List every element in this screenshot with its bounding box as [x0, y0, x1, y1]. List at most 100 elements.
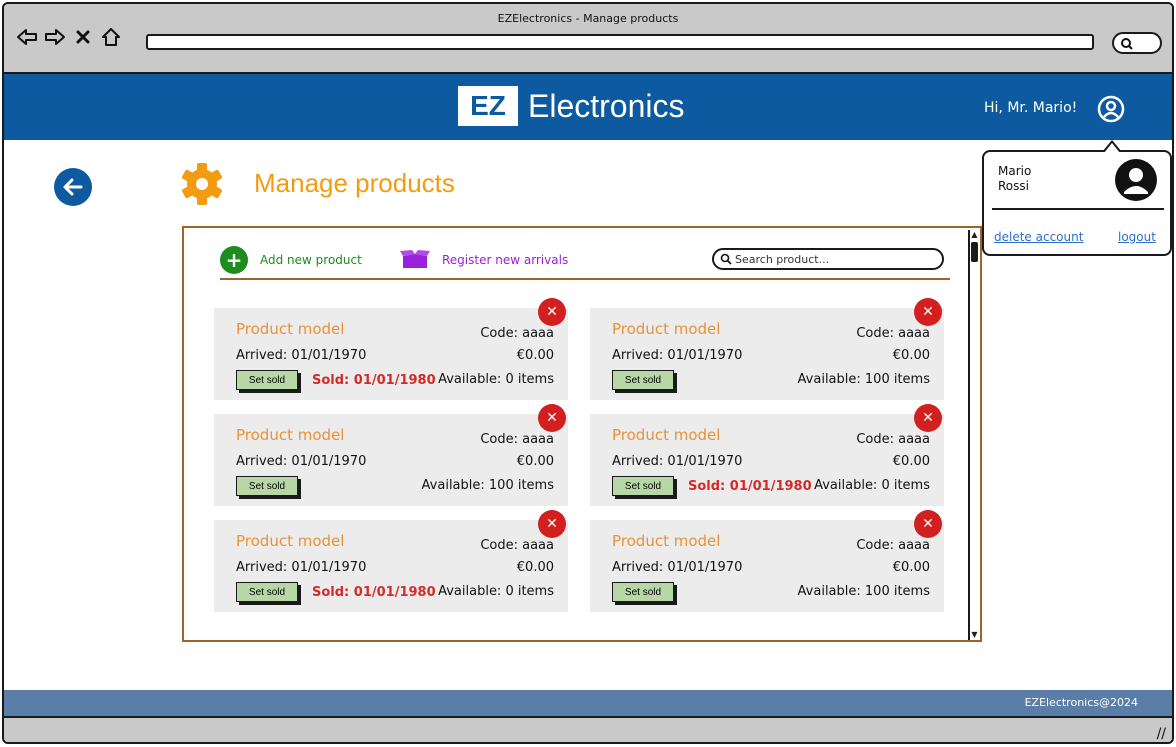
set-sold-button[interactable]: Set sold: [236, 476, 298, 496]
close-icon: ✕: [546, 516, 558, 532]
browser-search-button[interactable]: [1112, 32, 1162, 54]
product-price: €0.00: [516, 454, 554, 469]
set-sold-button[interactable]: Set sold: [236, 582, 298, 602]
product-arrived: Arrived: 01/01/1970: [612, 454, 743, 469]
browser-nav: [16, 26, 122, 48]
product-code: Code: aaaa: [856, 538, 930, 553]
box-icon: [400, 250, 430, 268]
delete-product-button[interactable]: ✕: [914, 404, 942, 432]
product-code: Code: aaaa: [480, 326, 554, 341]
product-available: Available: 100 items: [797, 584, 930, 599]
product-model: Product model: [236, 320, 345, 338]
delete-product-button[interactable]: ✕: [914, 510, 942, 538]
scroll-thumb[interactable]: [971, 242, 978, 262]
product-card: Product model Code: aaaa Arrived: 01/01/…: [214, 404, 568, 506]
back-arrow-icon[interactable]: [16, 26, 38, 48]
product-available: Available: 0 items: [438, 372, 554, 387]
product-code: Code: aaaa: [480, 432, 554, 447]
footer-text: EZElectronics@2024: [1024, 696, 1138, 709]
search-icon: [720, 253, 732, 265]
product-model: Product model: [236, 426, 345, 444]
logo-text: Electronics: [528, 87, 685, 124]
products-panel: ▲ ▼ + Add new product Register new arriv…: [182, 226, 982, 642]
product-arrived: Arrived: 01/01/1970: [612, 348, 743, 363]
product-price: €0.00: [892, 560, 930, 575]
app-logo[interactable]: EZ Electronics: [458, 86, 685, 126]
product-available: Available: 100 items: [797, 372, 930, 387]
sold-date: Sold: 01/01/1980: [312, 373, 436, 388]
popup-caret-fill: [1104, 143, 1120, 153]
product-model: Product model: [612, 532, 721, 550]
logout-link[interactable]: logout: [1118, 230, 1156, 244]
close-icon: ✕: [922, 304, 934, 320]
forward-arrow-icon[interactable]: [44, 26, 66, 48]
browser-chrome: EZElectronics - Manage products: [4, 4, 1172, 74]
product-price: €0.00: [516, 560, 554, 575]
close-icon: ✕: [546, 304, 558, 320]
user-menu-popup: Mario Rossi delete account logout: [982, 140, 1172, 256]
product-model: Product model: [612, 426, 721, 444]
register-arrivals-label: Register new arrivals: [442, 253, 569, 267]
avatar-icon: [1115, 159, 1157, 201]
set-sold-button[interactable]: Set sold: [236, 370, 298, 390]
sold-date: Sold: 01/01/1980: [688, 479, 812, 494]
search-input[interactable]: [735, 252, 925, 266]
set-sold-button[interactable]: Set sold: [612, 582, 674, 602]
popup-divider: [992, 208, 1164, 210]
app-header: EZ Electronics Hi, Mr. Mario!: [4, 74, 1172, 140]
product-card: Product model Code: aaaa Arrived: 01/01/…: [590, 404, 944, 506]
browser-statusbar: //: [4, 716, 1172, 742]
product-card: Product model Code: aaaa Arrived: 01/01/…: [590, 298, 944, 400]
set-sold-button[interactable]: Set sold: [612, 476, 674, 496]
product-code: Code: aaaa: [856, 432, 930, 447]
scroll-up-arrow-icon[interactable]: ▲: [970, 230, 979, 240]
product-available: Available: 100 items: [421, 478, 554, 493]
back-arrow-icon: [63, 178, 83, 196]
page-title: Manage products: [254, 168, 455, 198]
add-product-button[interactable]: + Add new product: [220, 246, 362, 274]
user-circle-icon[interactable]: [1096, 94, 1126, 124]
user-first-name: Mario: [998, 164, 1032, 178]
add-product-label: Add new product: [260, 253, 362, 267]
sold-date: Sold: 01/01/1980: [312, 585, 436, 600]
app-footer: EZElectronics@2024: [4, 690, 1172, 716]
product-card: Product model Code: aaaa Arrived: 01/01/…: [590, 510, 944, 612]
close-icon: ✕: [922, 516, 934, 532]
product-card: Product model Code: aaaa Arrived: 01/01/…: [214, 510, 568, 612]
user-name: Mario Rossi: [998, 164, 1058, 194]
product-price: €0.00: [892, 348, 930, 363]
resize-grip-icon[interactable]: //: [1157, 726, 1166, 742]
product-arrived: Arrived: 01/01/1970: [236, 454, 367, 469]
delete-product-button[interactable]: ✕: [538, 298, 566, 326]
close-icon: ✕: [922, 410, 934, 426]
scroll-down-arrow-icon[interactable]: ▼: [970, 630, 979, 640]
home-icon[interactable]: [100, 26, 122, 48]
search-icon: [1121, 38, 1133, 50]
window-title: EZElectronics - Manage products: [497, 12, 679, 25]
product-arrived: Arrived: 01/01/1970: [236, 348, 367, 363]
gear-icon: [182, 163, 222, 205]
delete-account-link[interactable]: delete account: [994, 230, 1083, 244]
close-icon: ✕: [546, 410, 558, 426]
scrollbar[interactable]: ▲ ▼: [968, 230, 979, 640]
product-code: Code: aaaa: [480, 538, 554, 553]
user-last-name: Rossi: [998, 179, 1029, 193]
delete-product-button[interactable]: ✕: [914, 298, 942, 326]
plus-icon: +: [220, 246, 248, 274]
product-card: Product model Code: aaaa Arrived: 01/01/…: [214, 298, 568, 400]
register-arrivals-button[interactable]: Register new arrivals: [400, 250, 568, 270]
set-sold-button[interactable]: Set sold: [612, 370, 674, 390]
product-available: Available: 0 items: [814, 478, 930, 493]
product-search[interactable]: [712, 248, 944, 270]
delete-product-button[interactable]: ✕: [538, 510, 566, 538]
product-price: €0.00: [516, 348, 554, 363]
logo-box: EZ: [458, 86, 518, 126]
products-toolbar: + Add new product Register new arrivals: [220, 244, 950, 280]
back-button[interactable]: [54, 168, 92, 206]
delete-product-button[interactable]: ✕: [538, 404, 566, 432]
close-x-icon[interactable]: [72, 26, 94, 48]
user-greeting: Hi, Mr. Mario!: [984, 100, 1078, 116]
product-arrived: Arrived: 01/01/1970: [236, 560, 367, 575]
product-arrived: Arrived: 01/01/1970: [612, 560, 743, 575]
url-bar[interactable]: [146, 34, 1094, 50]
